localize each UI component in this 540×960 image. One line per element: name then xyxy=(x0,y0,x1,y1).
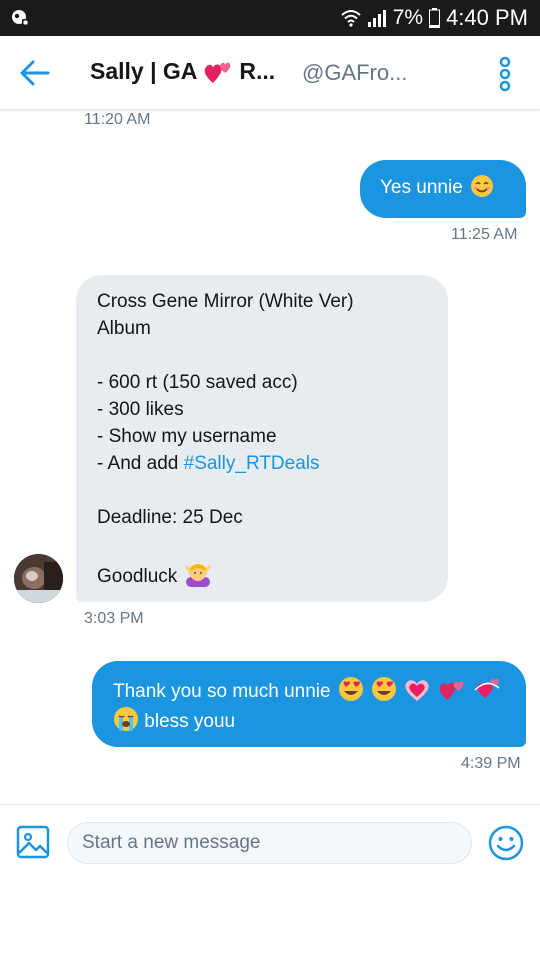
status-bar: 7% 4:40 PM xyxy=(0,0,540,36)
two-hearts-icon xyxy=(205,62,231,83)
incoming-message[interactable]: Cross Gene Mirror (White Ver) Album - 60… xyxy=(76,275,448,602)
conversation-handle[interactable]: @GAFro... xyxy=(302,60,407,86)
title-text: Sally | GA xyxy=(90,58,198,84)
conversation-title[interactable]: Sally | GA R... xyxy=(90,58,275,85)
message-input[interactable] xyxy=(67,822,472,864)
conversation-header: Sally | GA R... @GAFro... xyxy=(0,36,540,110)
signal-icon xyxy=(367,10,386,27)
two-hearts-icon xyxy=(439,681,464,701)
message-line: Goodluck xyxy=(97,566,178,587)
heart-eyes-icon xyxy=(372,677,397,701)
message-text: Thank you so much unnie xyxy=(113,681,331,702)
message-composer xyxy=(0,804,540,880)
message-timestamp: 3:03 PM xyxy=(84,610,144,627)
message-line: Cross Gene Mirror (White Ver) xyxy=(97,291,354,312)
message-timestamp: 11:20 AM xyxy=(84,111,151,128)
more-options-icon[interactable] xyxy=(497,56,513,92)
image-icon[interactable] xyxy=(16,825,50,859)
avatar-image xyxy=(14,554,63,603)
message-text: bless youu xyxy=(144,711,236,732)
message-line: - 300 likes xyxy=(97,399,184,420)
outgoing-message[interactable]: Thank you so much unnie bless youu xyxy=(92,661,526,747)
loudly-crying-face-icon xyxy=(114,707,138,731)
hashtag-link[interactable]: #Sally_RTDeals xyxy=(184,453,320,474)
wifi-icon xyxy=(341,10,361,27)
message-timestamp: 4:39 PM xyxy=(461,755,521,772)
battery-icon xyxy=(429,8,441,28)
status-indicators: 7% 4:40 PM xyxy=(341,5,528,31)
message-line xyxy=(97,531,448,558)
revolving-hearts-icon xyxy=(474,678,500,698)
emoji-picker-icon[interactable] xyxy=(488,825,524,861)
clock: 4:40 PM xyxy=(446,5,528,30)
notification-icon xyxy=(12,10,29,26)
message-text: Yes unnie xyxy=(380,177,463,198)
message-line: Album xyxy=(97,318,151,339)
battery-percent: 7% xyxy=(392,6,424,29)
message-line: - 600 rt (150 saved acc) xyxy=(97,372,298,393)
person-gesturing-ok-icon xyxy=(185,564,211,587)
outgoing-message[interactable]: Yes unnie xyxy=(360,160,526,218)
message-line: - And add xyxy=(97,453,179,474)
message-timestamp: 11:25 AM xyxy=(451,226,518,243)
growing-heart-icon xyxy=(405,680,430,701)
message-line: - Show my username xyxy=(97,426,277,447)
heart-eyes-icon xyxy=(338,677,363,701)
message-line xyxy=(97,477,448,504)
title-text-end: R... xyxy=(239,58,276,84)
message-line xyxy=(97,342,448,369)
smiling-face-icon xyxy=(471,175,494,197)
avatar[interactable] xyxy=(14,554,63,603)
back-arrow-icon[interactable] xyxy=(18,58,52,88)
message-line: Deadline: 25 Dec xyxy=(97,507,243,528)
